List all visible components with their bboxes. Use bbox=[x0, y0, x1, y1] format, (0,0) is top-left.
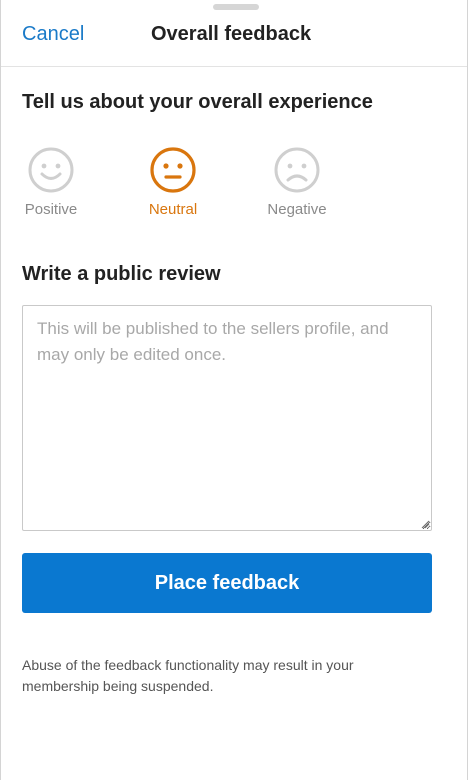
cancel-button[interactable]: Cancel bbox=[22, 22, 84, 46]
feedback-sheet: Cancel Overall feedback Tell us about yo… bbox=[0, 0, 468, 780]
place-feedback-button[interactable]: Place feedback bbox=[22, 553, 432, 613]
experience-heading: Tell us about your overall experience bbox=[22, 91, 373, 113]
smile-face-icon bbox=[28, 147, 74, 193]
sheet-header: Cancel Overall feedback bbox=[1, 0, 467, 67]
public-review-textarea[interactable] bbox=[22, 305, 432, 531]
neutral-face-icon bbox=[150, 147, 196, 193]
abuse-disclaimer: Abuse of the feedback functionality may … bbox=[22, 657, 354, 694]
rating-label-negative: Negative bbox=[267, 201, 327, 218]
rating-option-negative[interactable]: Negative bbox=[264, 146, 330, 219]
rating-option-neutral[interactable]: Neutral bbox=[145, 146, 201, 219]
sad-face-icon bbox=[274, 147, 320, 193]
rating-label-neutral: Neutral bbox=[148, 201, 198, 218]
review-heading: Write a public review bbox=[22, 263, 221, 285]
page-title: Overall feedback bbox=[151, 23, 312, 45]
rating-label-positive: Positive bbox=[24, 201, 78, 218]
rating-option-positive[interactable]: Positive bbox=[22, 146, 80, 219]
